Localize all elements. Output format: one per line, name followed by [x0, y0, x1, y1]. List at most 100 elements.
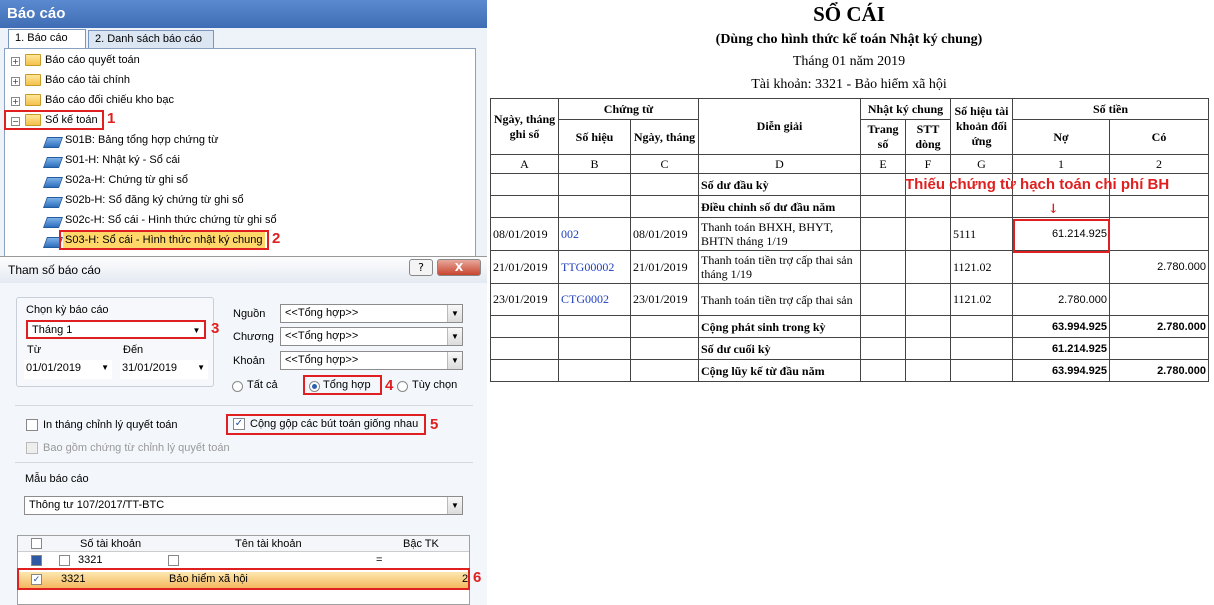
- cell-empty: [905, 315, 951, 338]
- template-value: Thông tư 107/2017/TT-BTC: [29, 499, 165, 511]
- tree-item-s02b[interactable]: S02b-H: Sổ đăng ký chứng từ ghi sổ: [65, 191, 244, 209]
- cell-contra: [950, 195, 1013, 218]
- tab-report-list[interactable]: 2. Danh sách báo cáo: [88, 30, 214, 48]
- to-date-input[interactable]: 31/01/2019 ▼: [120, 360, 208, 379]
- report-tree: + Báo cáo quyết toán + Báo cáo tài chính…: [4, 48, 476, 260]
- select-all-checkbox[interactable]: [31, 538, 42, 549]
- col-account-no[interactable]: Số tài khoản: [80, 538, 141, 550]
- tree-item-s02c[interactable]: S02c-H: Sổ cái - Hình thức chứng từ ghi …: [65, 211, 277, 229]
- from-date-input[interactable]: 01/01/2019 ▼: [24, 360, 112, 379]
- report-period: Tháng 01 năm 2019: [792, 54, 906, 69]
- radio-summary[interactable]: [309, 381, 320, 392]
- th-desc: Diễn giải: [698, 98, 861, 155]
- cell-vdate: [630, 315, 699, 338]
- tree-item-s02a[interactable]: S02a-H: Chứng từ ghi sổ: [65, 171, 188, 189]
- help-button[interactable]: ?: [409, 259, 433, 276]
- cell-credit: 2.780.000: [1109, 315, 1209, 338]
- cell-credit: 2.780.000: [1109, 359, 1209, 382]
- cell-debit: [1012, 250, 1110, 284]
- report-account: Tài khoản: 3321 - Bảo hiểm xã hội: [751, 77, 947, 92]
- chevron-down-icon: ▼: [447, 305, 462, 322]
- report-subtitle: (Dùng cho hình thức kế toán Nhật ký chun…: [715, 32, 983, 47]
- from-date-value: 01/01/2019: [26, 362, 82, 374]
- report-book-icon: [42, 157, 64, 168]
- radio-all[interactable]: [232, 381, 243, 392]
- chevron-down-icon: ▼: [101, 363, 109, 372]
- tree-item-s01h[interactable]: S01-H: Nhật ký - Sổ cái: [65, 151, 180, 169]
- tree-item-tai-chinh[interactable]: Báo cáo tài chính: [45, 71, 130, 89]
- cell-desc: Thanh toán tiền trợ cấp thai sản tháng 1…: [698, 250, 861, 284]
- filter-op-icon[interactable]: [59, 555, 70, 566]
- cell-desc: Thanh toán tiền trợ cấp thai sản: [698, 283, 861, 316]
- filter-level-op[interactable]: =: [376, 554, 382, 566]
- col-letter: G: [950, 154, 1013, 174]
- chuong-value: <<Tổng hợp>>: [285, 330, 359, 342]
- radio-custom[interactable]: [397, 381, 408, 392]
- to-date-value: 31/01/2019: [122, 362, 178, 374]
- cell-debit: 61.214.925: [1012, 337, 1110, 360]
- filter-op-icon[interactable]: [168, 555, 179, 566]
- period-select[interactable]: Tháng 1 ▼: [26, 320, 206, 339]
- khoan-select[interactable]: <<Tổng hợp>> ▼: [280, 351, 463, 370]
- report-book-icon: [42, 177, 64, 188]
- cell-empty: [860, 250, 906, 284]
- chk-adjust-month[interactable]: [26, 419, 38, 431]
- col-account-level[interactable]: Bậc TK: [403, 538, 439, 550]
- cell-no[interactable]: CTG0002: [558, 283, 631, 316]
- cell-contra: [950, 337, 1013, 360]
- col-letter: C: [630, 154, 699, 174]
- cell-vdate: [630, 195, 699, 218]
- expand-icon[interactable]: +: [11, 97, 20, 106]
- period-label: Chọn kỳ báo cáo: [26, 304, 109, 316]
- cell-no: [558, 173, 631, 196]
- cell-no[interactable]: TTG00002: [558, 250, 631, 284]
- th-voucher-no: Số hiệu: [558, 119, 631, 155]
- missing-voucher-note: Thiếu chứng từ hạch toán chi phí BH: [905, 176, 1170, 193]
- cell-date: [490, 173, 559, 196]
- chk-include-adjust[interactable]: [26, 442, 38, 454]
- cell-desc: Số dư đầu kỳ: [698, 173, 861, 196]
- marker-6: 6: [473, 569, 482, 586]
- cell-empty: [905, 359, 951, 382]
- chk-include-adjust-label: Bao gồm chứng từ chỉnh lý quyết toán: [43, 442, 230, 454]
- report-book-icon: [42, 197, 64, 208]
- period-value: Tháng 1: [32, 324, 73, 336]
- cell-empty: [905, 195, 951, 218]
- cell-vdate: 23/01/2019: [630, 283, 699, 316]
- cell-no[interactable]: 002: [558, 217, 631, 251]
- th-voucher-date: Ngày, tháng: [630, 119, 699, 155]
- cell-desc: Thanh toán BHXH, BHYT, BHTN tháng 1/19: [698, 217, 861, 251]
- template-select[interactable]: Thông tư 107/2017/TT-BTC ▼: [24, 496, 463, 515]
- expand-icon[interactable]: +: [11, 77, 20, 86]
- folder-icon: [25, 54, 41, 66]
- col-letter: D: [698, 154, 861, 174]
- nguon-select[interactable]: <<Tổng hợp>> ▼: [280, 304, 463, 323]
- chevron-down-icon: ▼: [197, 363, 205, 372]
- marker-1: 1: [107, 110, 116, 127]
- cell-debit: [1012, 195, 1110, 218]
- table-row: Cộng lũy kế từ đầu năm 63.994.925 2.780.00…: [490, 359, 1209, 382]
- tree-item-s01b[interactable]: S01B: Bảng tổng hợp chứng từ: [65, 131, 218, 149]
- template-label: Mẫu báo cáo: [25, 473, 89, 485]
- marker-3: 3: [211, 320, 220, 337]
- tree-item-quyet-toan[interactable]: Báo cáo quyết toán: [45, 51, 140, 69]
- col-letter: 2: [1109, 154, 1209, 174]
- chevron-down-icon: ▼: [447, 497, 462, 514]
- filter-row-checkbox[interactable]: [31, 555, 42, 566]
- tree-item-doi-chieu[interactable]: Báo cáo đối chiếu kho bạc: [45, 91, 174, 109]
- close-button[interactable]: X: [437, 259, 481, 276]
- chk-merge-entries[interactable]: ✓: [233, 418, 245, 430]
- tab-reports[interactable]: 1. Báo cáo: [8, 29, 86, 48]
- cell-credit: [1109, 283, 1209, 316]
- table-row: 21/01/2019 TTG00002 21/01/2019 Thanh toán t…: [490, 250, 1209, 284]
- expand-icon[interactable]: +: [11, 57, 20, 66]
- marker-2: 2: [272, 230, 281, 247]
- chuong-select[interactable]: <<Tổng hợp>> ▼: [280, 327, 463, 346]
- cell-empty: [905, 283, 951, 316]
- from-label: Từ: [27, 344, 42, 356]
- cell-contra: [950, 359, 1013, 382]
- col-account-name[interactable]: Tên tài khoản: [235, 538, 302, 550]
- radio-custom-label: Tùy chọn: [412, 379, 458, 391]
- th-credit: Có: [1109, 119, 1209, 155]
- filter-account-value[interactable]: 3321: [78, 554, 102, 566]
